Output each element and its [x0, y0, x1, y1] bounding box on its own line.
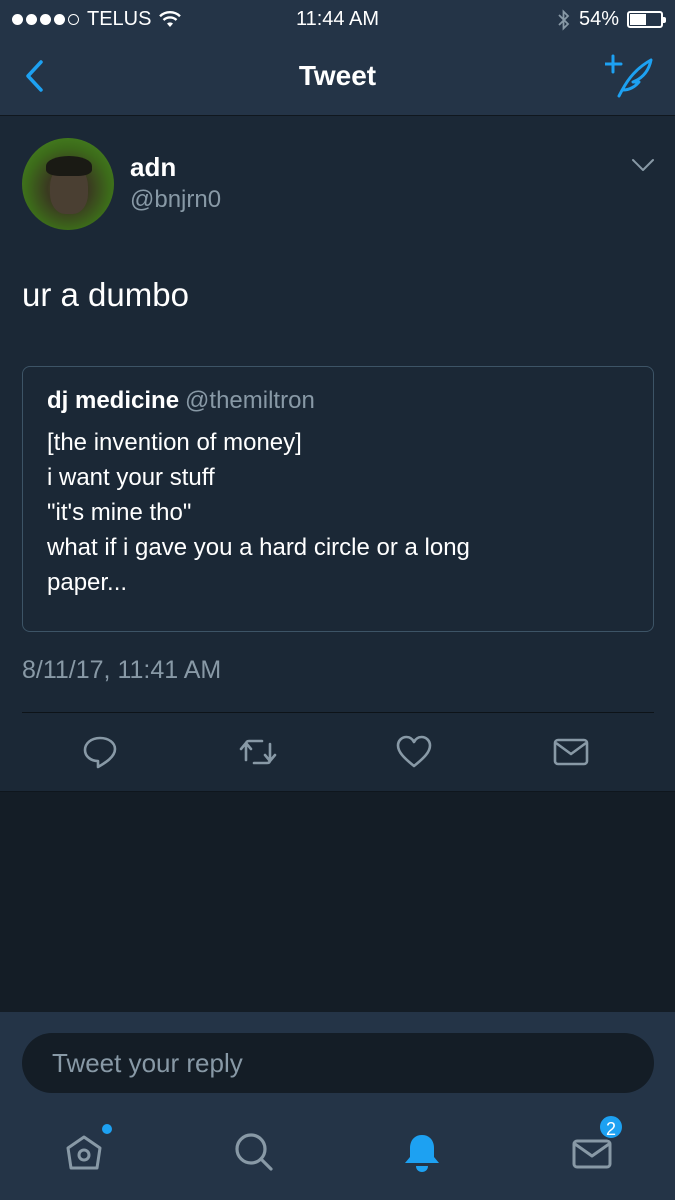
reply-input[interactable] — [22, 1033, 654, 1093]
quoted-tweet-text: [the invention of money] i want your stu… — [47, 425, 632, 600]
quoted-tweet-line: [the invention of money] — [47, 429, 302, 456]
reply-bar — [0, 1012, 675, 1102]
home-icon — [66, 1135, 102, 1170]
quoted-tweet-line: "it's mine tho" — [47, 499, 192, 526]
navigation-bar: Tweet — [0, 38, 675, 116]
quoted-tweet-line: paper... — [47, 569, 128, 596]
messages-badge: 2 — [598, 1114, 624, 1140]
avatar[interactable] — [22, 138, 114, 230]
like-icon[interactable] — [394, 732, 434, 772]
compose-tweet-icon[interactable] — [605, 54, 655, 98]
tweet-text: ur a dumbo — [22, 276, 189, 313]
status-right: 54% — [557, 8, 666, 31]
reply-icon[interactable] — [80, 732, 120, 772]
quoted-tweet-line: what if i gave you a hard circle or a lo… — [47, 534, 470, 561]
battery-icon — [627, 11, 666, 28]
quoted-author-handle: @themiltron — [185, 387, 315, 414]
tab-search[interactable] — [232, 1130, 276, 1174]
notifications-icon — [405, 1135, 439, 1172]
search-icon — [235, 1133, 273, 1171]
quoted-tweet-header: dj medicine @themiltron — [47, 387, 315, 415]
chevron-down-icon[interactable] — [631, 158, 655, 172]
new-content-dot — [102, 1124, 112, 1134]
tweet-timestamp: 8/11/17, 11:41 AM — [22, 656, 222, 684]
tab-home[interactable] — [62, 1124, 112, 1174]
author-display-name[interactable]: adn — [130, 152, 176, 183]
battery-percent: 54% — [578, 8, 619, 30]
author-handle[interactable]: @bnjrn0 — [130, 186, 221, 214]
direct-message-icon[interactable] — [551, 732, 591, 772]
tab-notifications[interactable] — [400, 1130, 444, 1174]
tweet-detail: adn @bnjrn0 ur a dumbo dj medicine @themi… — [0, 116, 675, 792]
tab-bar: 2 — [0, 1102, 675, 1200]
page-title: Tweet — [298, 60, 377, 91]
tweet-actions — [0, 732, 675, 772]
quoted-tweet[interactable]: dj medicine @themiltron [the invention of… — [22, 366, 654, 632]
quoted-author-name: dj medicine — [47, 387, 180, 414]
divider — [22, 712, 654, 713]
quoted-tweet-line: i want your stuff — [47, 464, 215, 491]
status-bar: TELUS 11:44 AM 54% — [0, 0, 675, 38]
bluetooth-icon — [558, 8, 570, 31]
tab-messages[interactable]: 2 — [570, 1114, 624, 1174]
retweet-icon[interactable] — [238, 732, 278, 772]
